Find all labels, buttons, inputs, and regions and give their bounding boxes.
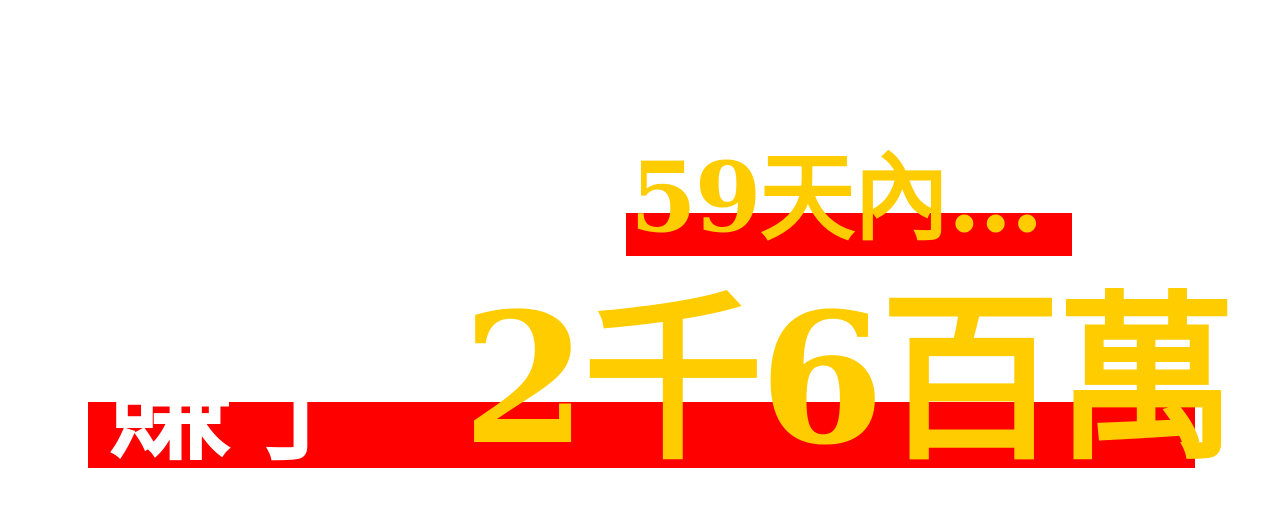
amount-headline: 2千6百萬 xyxy=(462,274,1236,485)
duration-headline: 59天內... xyxy=(630,141,1044,254)
prefix-word-clip: 賺了 xyxy=(108,402,388,468)
prefix-word: 賺了 xyxy=(108,402,368,468)
